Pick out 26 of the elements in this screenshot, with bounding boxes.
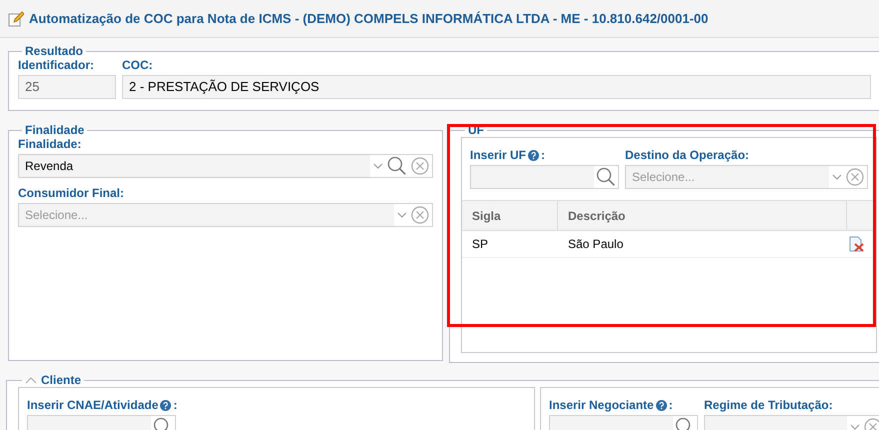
select-placeholder: Selecione... — [632, 169, 695, 186]
read-only-field[interactable]: 2 - PRESTAÇÃO DE SERVIÇOS — [122, 75, 871, 99]
field-label: Inserir UF — [470, 148, 526, 162]
select-placeholder: Selecione... — [25, 207, 88, 224]
window-title: Automatização de COC para Nota de ICMS - (DEMO) COMPELS INFORMÁTICA LTDA - ME - 10.810.642/0001-00 — [29, 10, 708, 28]
field-label: Inserir Negociante — [549, 398, 654, 412]
field-label: Consumidor Final: — [18, 186, 124, 200]
section-title: Resultado — [25, 44, 84, 58]
field-label: COC: — [122, 58, 153, 72]
field-label: Destino da Operação: — [625, 148, 750, 162]
label-colon: : — [541, 148, 546, 162]
field-label: Regime de Tributação: — [704, 398, 833, 412]
section-title: Cliente — [41, 373, 82, 387]
field-label: Finalidade: — [18, 137, 82, 151]
field-label: Inserir CNAE/Atividade — [27, 398, 158, 412]
read-only-field[interactable]: 25 — [18, 75, 116, 99]
column-header[interactable]: Descrição — [558, 201, 847, 230]
field-label: Identificador: — [18, 58, 94, 72]
label-colon: : — [668, 398, 673, 412]
table-cell-text: São Paulo — [567, 236, 624, 253]
table-cell-text: SP — [471, 236, 490, 253]
select-field[interactable]: Revenda — [18, 154, 433, 178]
column-header[interactable]: Sigla — [462, 201, 558, 230]
select-value: Revenda — [25, 158, 74, 175]
label-colon: : — [173, 398, 178, 412]
section-title: Finalidade — [25, 123, 84, 137]
